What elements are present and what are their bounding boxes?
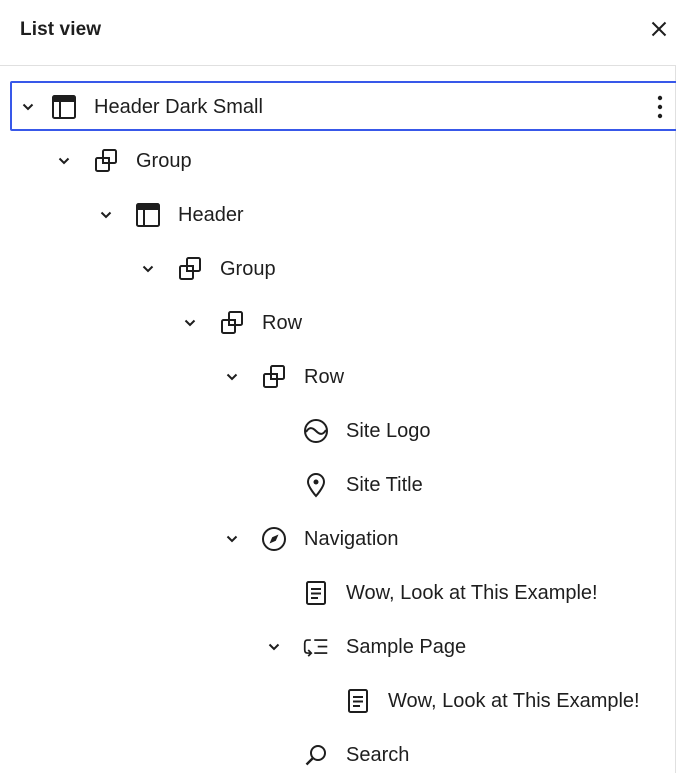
group-icon [219, 310, 245, 336]
tree-row-row[interactable]: Row [0, 296, 676, 350]
close-button[interactable] [644, 14, 674, 44]
more-options-button[interactable] [648, 92, 672, 122]
tree-row-label: Sample Page [346, 636, 467, 658]
template-part-icon [51, 94, 77, 120]
chevron-down-icon[interactable] [56, 153, 72, 169]
tree-row-row[interactable]: Row [0, 350, 676, 404]
tree-row-search[interactable]: Search [0, 728, 676, 773]
tree-row-site-title[interactable]: Site Title [0, 458, 676, 512]
panel-title: List view [20, 19, 102, 40]
tree-row-label: Row [304, 366, 345, 388]
tree-row-label: Group [220, 258, 276, 280]
tree-row-sample-page[interactable]: Sample Page [0, 620, 676, 674]
panel-header: List view [0, 0, 676, 66]
tree-row-label: Wow, Look at This Example! [346, 582, 598, 604]
tree-row-label: Site Title [346, 474, 423, 496]
chevron-down-icon[interactable] [182, 315, 198, 331]
chevron-down-icon[interactable] [20, 99, 36, 115]
chevron-down-icon[interactable] [224, 531, 240, 547]
list-view-panel: List view Header Dark Small Group Header… [0, 0, 676, 773]
chevron-down-icon[interactable] [140, 261, 156, 277]
tree-row-label: Search [346, 744, 410, 766]
map-marker-icon [303, 472, 329, 498]
tree-row-label: Group [136, 150, 192, 172]
group-icon [177, 256, 203, 282]
tree-row-navigation[interactable]: Navigation [0, 512, 676, 566]
page-icon [345, 688, 371, 714]
tree-row-group[interactable]: Group [0, 242, 676, 296]
group-icon [93, 148, 119, 174]
template-part-icon [135, 202, 161, 228]
navigation-icon [261, 526, 287, 552]
site-logo-icon [303, 418, 329, 444]
tree-row-site-logo[interactable]: Site Logo [0, 404, 676, 458]
chevron-down-icon[interactable] [266, 639, 282, 655]
chevron-down-icon[interactable] [98, 207, 114, 223]
tree-row-header[interactable]: Header [0, 188, 676, 242]
page-icon [303, 580, 329, 606]
tree-row-label: Navigation [304, 528, 399, 550]
submenu-icon [303, 634, 329, 660]
tree-row-label: Row [262, 312, 303, 334]
tree-row-label: Header [178, 204, 244, 226]
tree-row-label: Wow, Look at This Example! [388, 690, 640, 712]
tree-row-page-link[interactable]: Wow, Look at This Example! [0, 566, 676, 620]
group-icon [261, 364, 287, 390]
tree-row-label: Site Logo [346, 420, 431, 442]
search-icon [303, 742, 329, 768]
tree-row-group[interactable]: Group [0, 134, 676, 188]
close-icon [647, 17, 671, 41]
tree-row-page-link[interactable]: Wow, Look at This Example! [0, 674, 676, 728]
tree-row-header-dark-small[interactable]: Header Dark Small [0, 80, 676, 134]
chevron-down-icon[interactable] [224, 369, 240, 385]
tree-row-label: Header Dark Small [94, 96, 263, 118]
